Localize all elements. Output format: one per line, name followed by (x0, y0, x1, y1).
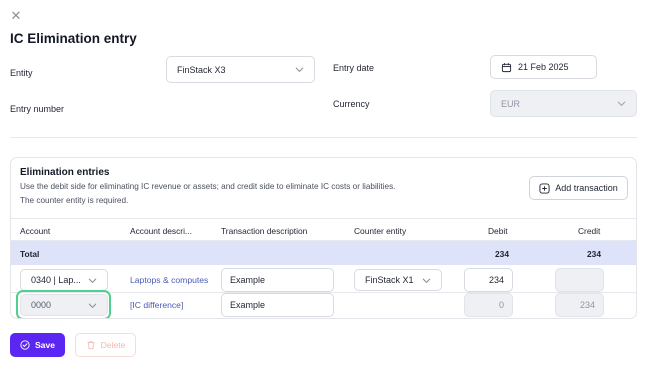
plus-square-icon (539, 182, 550, 194)
elimination-entries-note: The counter entity is required. (20, 196, 129, 205)
counter-entity-select-value: FinStack X1 (365, 275, 414, 285)
total-credit: 234 (587, 249, 601, 259)
close-icon[interactable]: ✕ (10, 9, 22, 22)
total-row: Total 234 234 (11, 241, 636, 265)
counter-entity-select[interactable]: FinStack X1 (354, 269, 442, 291)
column-header-account: Account (20, 226, 51, 236)
currency-label: Currency (333, 99, 370, 109)
currency-select: EUR (490, 90, 637, 117)
trash-icon (86, 341, 95, 350)
table-header: Account Account descri... Transaction de… (11, 218, 636, 241)
column-header-account-description: Account descri... (130, 226, 192, 236)
transaction-description-value: Example (230, 275, 266, 285)
chevron-down-icon (617, 101, 626, 106)
section-divider (10, 137, 637, 138)
entry-date-label: Entry date (333, 63, 375, 73)
dialog-title: IC Elimination entry (10, 31, 137, 46)
debit-value: 234 (488, 275, 504, 285)
save-button[interactable]: Save (10, 333, 65, 357)
chevron-down-icon (295, 67, 304, 72)
chevron-down-icon (88, 278, 97, 283)
entry-date-picker[interactable]: 21 Feb 2025 (490, 55, 597, 79)
debit-value: 0 (498, 300, 504, 310)
entity-select[interactable]: FinStack X3 (166, 56, 315, 83)
add-transaction-label: Add transaction (555, 183, 618, 193)
account-description: [IC difference] (130, 300, 184, 310)
credit-value: 234 (579, 300, 595, 310)
account-description: Laptops & computes (130, 275, 209, 285)
elimination-entries-description: Use the debit side for eliminating IC re… (20, 182, 396, 191)
total-label: Total (20, 249, 40, 259)
transaction-description-input[interactable]: Example (221, 293, 334, 317)
save-button-label: Save (34, 340, 56, 350)
account-select-value: 0340 | Lap... (31, 275, 81, 285)
transaction-description-input[interactable]: Example (221, 268, 334, 292)
debit-input: 0 (464, 293, 513, 317)
column-header-credit: Credit (578, 226, 601, 236)
delete-button-label: Delete (100, 340, 126, 350)
entry-number-label: Entry number (10, 104, 65, 114)
entry-date-value: 21 Feb 2025 (518, 62, 569, 72)
elimination-entries-card: Elimination entries Use the debit side f… (10, 157, 637, 319)
add-transaction-button[interactable]: Add transaction (529, 176, 628, 200)
chevron-down-icon (88, 303, 97, 308)
entity-select-value: FinStack X3 (177, 64, 226, 75)
account-select[interactable]: 0000 (20, 294, 108, 316)
total-debit: 234 (495, 249, 509, 259)
credit-input (555, 268, 604, 292)
entity-label: Entity (10, 68, 33, 78)
transaction-description-value: Example (230, 300, 266, 310)
delete-button: Delete (75, 333, 136, 357)
debit-input[interactable]: 234 (464, 268, 513, 292)
calendar-icon (501, 62, 512, 72)
credit-input: 234 (555, 293, 604, 317)
column-header-counter-entity: Counter entity (354, 226, 407, 236)
account-select-value: 0000 (31, 300, 52, 310)
column-header-transaction-description: Transaction description (221, 226, 308, 236)
currency-select-value: EUR (501, 98, 521, 109)
account-select[interactable]: 0340 | Lap... (20, 269, 108, 291)
elimination-entries-title: Elimination entries (20, 167, 110, 178)
chevron-down-icon (422, 278, 431, 283)
check-circle-icon (20, 340, 30, 350)
column-header-debit: Debit (488, 226, 508, 236)
